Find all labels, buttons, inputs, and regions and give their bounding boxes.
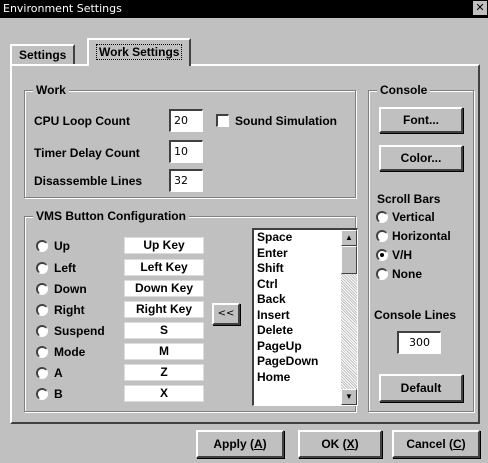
- vms-radio-suspend[interactable]: [36, 325, 48, 337]
- vms-label-up: Up: [54, 239, 70, 253]
- vms-key-a[interactable]: Z: [124, 364, 204, 381]
- tab-strip: Settings Work Settings: [10, 38, 480, 66]
- list-item[interactable]: Shift: [257, 261, 318, 277]
- scroll-radio-none[interactable]: [376, 268, 388, 280]
- vms-label-mode: Mode: [54, 345, 86, 359]
- list-item[interactable]: PageUp: [257, 339, 318, 355]
- key-list: Space Enter Shift Ctrl Back Insert Delet…: [257, 230, 318, 385]
- vms-label-suspend: Suspend: [54, 324, 105, 338]
- vms-radio-right[interactable]: [36, 304, 48, 316]
- list-item[interactable]: Space: [257, 230, 318, 246]
- console-lines-input[interactable]: 300: [397, 331, 441, 354]
- scroll-radio-vertical[interactable]: [376, 211, 388, 223]
- color-button[interactable]: Color...: [379, 145, 463, 171]
- vms-key-down[interactable]: Down Key: [124, 280, 204, 297]
- list-item[interactable]: Insert: [257, 308, 318, 324]
- cpu-loop-count-label: CPU Loop Count: [34, 114, 130, 128]
- tab-work-settings-label: Work Settings: [96, 44, 183, 60]
- timer-delay-count-input[interactable]: 10: [169, 140, 203, 163]
- scroll-radio-vh[interactable]: [376, 249, 388, 261]
- console-lines-label: Console Lines: [374, 308, 457, 322]
- cancel-button[interactable]: Cancel (C): [392, 430, 480, 458]
- list-item[interactable]: PageDown: [257, 354, 318, 370]
- vms-key-b[interactable]: X: [124, 385, 204, 402]
- vms-key-suspend[interactable]: S: [124, 322, 204, 339]
- console-group-legend: Console: [377, 83, 431, 97]
- scroll-up-icon[interactable]: ▲: [341, 230, 357, 246]
- vms-label-left: Left: [54, 261, 76, 275]
- key-list-scrollbar[interactable]: ▲ ▼: [341, 230, 357, 405]
- scroll-label-none: None: [392, 267, 422, 281]
- list-item[interactable]: Delete: [257, 323, 318, 339]
- vms-key-up[interactable]: Up Key: [124, 237, 204, 254]
- scroll-bars-label: Scroll Bars: [377, 192, 441, 206]
- apply-button[interactable]: Apply (A): [196, 430, 284, 458]
- disassemble-lines-input[interactable]: 32: [169, 169, 203, 192]
- list-item[interactable]: Ctrl: [257, 277, 318, 293]
- environment-settings-dialog: Environment Settings ✕ Settings Work Set…: [0, 0, 488, 463]
- list-item[interactable]: Enter: [257, 246, 318, 262]
- cpu-loop-count-input[interactable]: 20: [169, 109, 203, 132]
- close-icon[interactable]: ✕: [473, 1, 487, 15]
- list-item[interactable]: Home: [257, 370, 318, 386]
- work-group-legend: Work: [33, 83, 69, 97]
- list-item[interactable]: Back: [257, 292, 318, 308]
- vms-key-left[interactable]: Left Key: [124, 259, 204, 276]
- tab-work-settings[interactable]: Work Settings: [87, 38, 192, 66]
- vms-radio-down[interactable]: [36, 283, 48, 295]
- disassemble-lines-label: Disassemble Lines: [34, 174, 143, 188]
- key-listbox[interactable]: Space Enter Shift Ctrl Back Insert Delet…: [252, 228, 358, 406]
- scroll-label-horizontal: Horizontal: [392, 229, 451, 243]
- title-bar[interactable]: Environment Settings ✕: [0, 0, 488, 18]
- vms-radio-mode[interactable]: [36, 346, 48, 358]
- vms-radio-b[interactable]: [36, 388, 48, 400]
- font-button[interactable]: Font...: [379, 107, 463, 133]
- scroll-thumb[interactable]: [341, 246, 357, 274]
- vms-radio-left[interactable]: [36, 262, 48, 274]
- sound-simulation-checkbox[interactable]: [216, 114, 229, 127]
- window-title: Environment Settings: [3, 2, 122, 15]
- tab-settings[interactable]: Settings: [10, 44, 76, 65]
- scroll-radio-horizontal[interactable]: [376, 230, 388, 242]
- scroll-label-vertical: Vertical: [392, 210, 435, 224]
- vms-label-down: Down: [54, 282, 87, 296]
- default-button[interactable]: Default: [379, 374, 463, 402]
- assign-key-button[interactable]: <<: [212, 303, 240, 325]
- ok-button[interactable]: OK (X): [298, 430, 382, 458]
- vms-label-a: A: [54, 366, 63, 380]
- scroll-label-vh: V/H: [392, 248, 413, 262]
- vms-group-legend: VMS Button Configuration: [33, 209, 189, 223]
- vms-radio-a[interactable]: [36, 367, 48, 379]
- work-settings-panel: Work CPU Loop Count 20 Sound Simulation …: [10, 64, 480, 424]
- tab-settings-label: Settings: [19, 48, 67, 62]
- vms-key-mode[interactable]: M: [124, 343, 204, 360]
- vms-key-right[interactable]: Right Key: [124, 301, 204, 318]
- scroll-down-icon[interactable]: ▼: [341, 389, 357, 405]
- timer-delay-count-label: Timer Delay Count: [34, 146, 140, 160]
- vms-radio-up[interactable]: [36, 240, 48, 252]
- vms-label-right: Right: [54, 303, 85, 317]
- vms-label-b: B: [54, 387, 63, 401]
- sound-simulation-label: Sound Simulation: [235, 114, 337, 128]
